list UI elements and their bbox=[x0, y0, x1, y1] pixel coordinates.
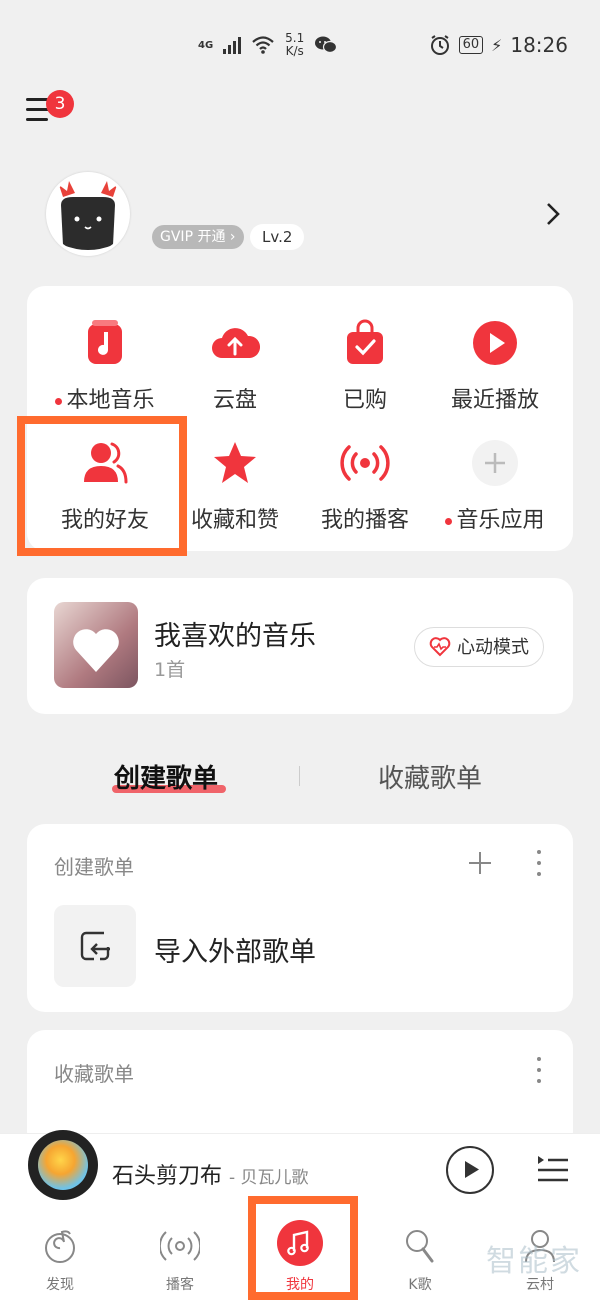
grid-item-recent[interactable]: 最近播放 bbox=[430, 318, 560, 428]
grid-label: 已购 bbox=[342, 388, 387, 413]
more-options-icon[interactable] bbox=[535, 850, 543, 876]
chevron-right-icon[interactable] bbox=[544, 200, 568, 228]
grid-item-cloud[interactable]: 云盘 bbox=[170, 318, 300, 428]
nav-label: K歌 bbox=[408, 1277, 432, 1293]
vip-prefix: G bbox=[160, 229, 171, 245]
wifi-icon bbox=[252, 36, 274, 54]
nav-podcast[interactable]: 播客 bbox=[140, 1226, 220, 1294]
play-button[interactable] bbox=[446, 1146, 494, 1194]
created-section-label: 创建歌单 bbox=[54, 855, 134, 879]
menu-badge: 3 bbox=[46, 90, 74, 118]
star-icon bbox=[214, 442, 256, 483]
add-playlist-icon[interactable] bbox=[467, 850, 493, 876]
heartbeat-icon bbox=[429, 637, 451, 657]
liked-music-title: 我喜欢的音乐 bbox=[154, 621, 316, 652]
grid-label: 本地音乐 bbox=[66, 388, 155, 413]
grid-item-local-music[interactable]: 本地音乐 bbox=[40, 318, 170, 428]
avatar-moose-image bbox=[59, 181, 117, 250]
highlight-box-mine bbox=[248, 1196, 358, 1300]
grid-label: 云盘 bbox=[212, 388, 257, 413]
liked-music-count: 1首 bbox=[154, 659, 186, 681]
nav-label: 播客 bbox=[166, 1277, 194, 1293]
grid-label: 最近播放 bbox=[450, 388, 539, 413]
discover-icon bbox=[45, 1230, 75, 1263]
nav-karaoke[interactable]: K歌 bbox=[380, 1226, 460, 1294]
heart-mode-button[interactable]: 心动模式 bbox=[414, 627, 544, 667]
tab-created-playlists[interactable]: 创建歌单 bbox=[114, 758, 218, 795]
now-playing-text: 石头剪刀布 - 贝瓦儿歌 bbox=[112, 1158, 309, 1190]
microphone-icon bbox=[406, 1230, 434, 1263]
clock: 18:26 bbox=[510, 33, 568, 57]
net-speed-unit: K/s bbox=[285, 44, 304, 58]
highlight-box-friends bbox=[17, 416, 187, 556]
more-options-icon[interactable] bbox=[535, 1057, 543, 1083]
import-playlist-thumb[interactable] bbox=[54, 905, 136, 987]
status-center: 4G 5.1 K/s bbox=[198, 30, 338, 60]
liked-music-cover bbox=[54, 602, 138, 688]
broadcast-icon bbox=[340, 445, 390, 481]
tab-divider bbox=[299, 766, 300, 786]
play-icon bbox=[465, 1161, 479, 1178]
grid-label: 收藏和赞 bbox=[190, 508, 279, 533]
heart-mode-label: 心动模式 bbox=[457, 636, 529, 658]
podcast-icon bbox=[158, 1231, 202, 1261]
plus-icon bbox=[472, 440, 518, 486]
collected-playlists-card bbox=[27, 1030, 573, 1150]
net-speed: 5.1 K/s bbox=[285, 32, 304, 58]
new-dot bbox=[55, 397, 63, 405]
heart-icon bbox=[73, 629, 119, 672]
grid-item-podcast[interactable]: 我的播客 bbox=[300, 438, 430, 548]
alarm-icon bbox=[430, 35, 449, 55]
vip-label: VIP 开通 bbox=[170, 229, 226, 245]
status-right: 60 ⚡ 18:26 bbox=[429, 30, 568, 60]
grid-item-favorites[interactable]: 收藏和赞 bbox=[170, 438, 300, 548]
music-note-icon bbox=[88, 320, 122, 364]
level-badge: Lv.2 bbox=[250, 224, 305, 250]
grid-item-purchased[interactable]: 已购 bbox=[300, 318, 430, 428]
status-bar: 4G 5.1 K/s 60 ⚡ 18:26 bbox=[0, 0, 600, 90]
nav-discover[interactable]: 发现 bbox=[20, 1226, 100, 1294]
signal-icon bbox=[223, 36, 242, 54]
song-title: 石头剪刀布 bbox=[112, 1164, 223, 1189]
grid-label: 我的播客 bbox=[320, 508, 409, 533]
wechat-icon bbox=[315, 36, 338, 54]
album-art bbox=[38, 1140, 88, 1190]
import-playlist-label[interactable]: 导入外部歌单 bbox=[154, 930, 316, 969]
avatar[interactable] bbox=[46, 172, 130, 256]
collected-section-label: 收藏歌单 bbox=[54, 1062, 134, 1086]
tab-collected-playlists[interactable]: 收藏歌单 bbox=[378, 758, 482, 795]
nav-label: 发现 bbox=[46, 1277, 74, 1293]
import-icon bbox=[80, 931, 110, 961]
playlist-queue-icon[interactable] bbox=[536, 1152, 570, 1186]
battery-icon: 60 bbox=[458, 36, 484, 54]
vip-badge[interactable]: GVIP 开通 › bbox=[152, 225, 244, 249]
play-circle-icon bbox=[473, 321, 517, 365]
grid-item-music-apps[interactable]: 音乐应用 bbox=[430, 438, 560, 548]
song-artist: - 贝瓦儿歌 bbox=[229, 1168, 309, 1188]
cloud-upload-icon bbox=[212, 328, 261, 358]
charging-icon: ⚡ bbox=[491, 35, 503, 55]
new-dot bbox=[445, 517, 453, 525]
shopping-bag-icon bbox=[347, 319, 383, 364]
network-type: 4G bbox=[198, 39, 214, 51]
grid-label: 音乐应用 bbox=[456, 508, 545, 533]
watermark: 智能家 bbox=[486, 1244, 582, 1279]
